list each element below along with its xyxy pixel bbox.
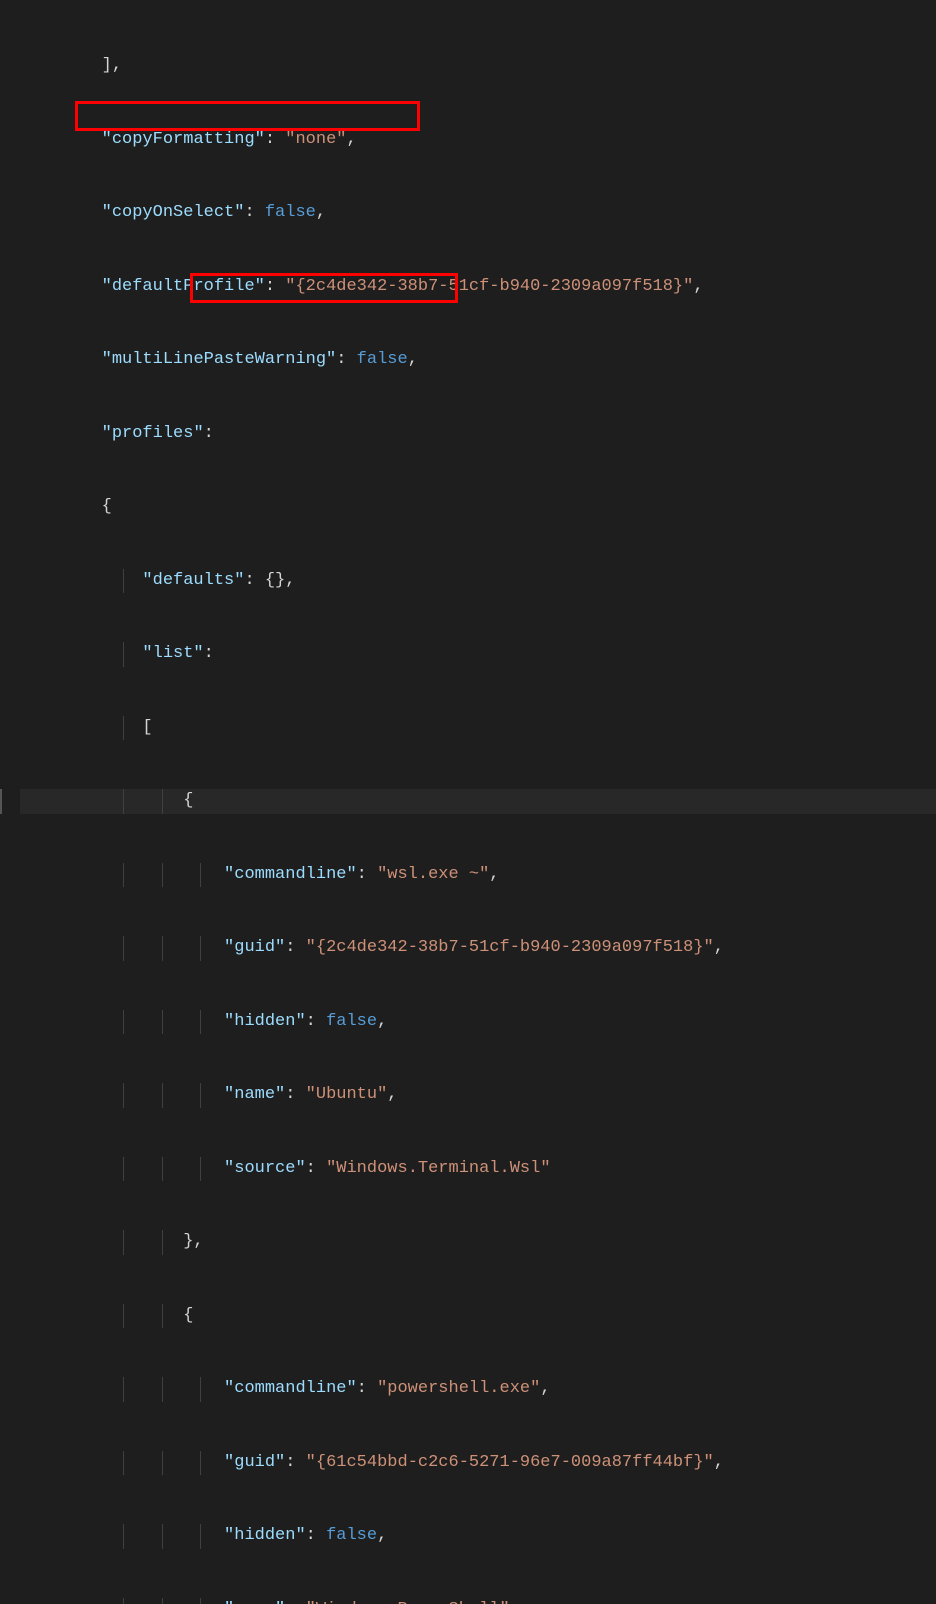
code-line-highlighted: "commandline": "wsl.exe ~", bbox=[20, 863, 936, 888]
code-line: "hidden": false, bbox=[20, 1010, 936, 1035]
json-string: "{2c4de342-38b7-51cf-b940-2309a097f518}" bbox=[306, 938, 714, 957]
code-line: "name": "Windows PowerShell" bbox=[20, 1598, 936, 1604]
json-empty-object: {} bbox=[265, 571, 285, 590]
code-line-current: { bbox=[20, 789, 936, 814]
json-bool: false bbox=[326, 1012, 377, 1031]
code-line: "copyFormatting": "none", bbox=[20, 128, 936, 153]
json-string: "Ubuntu" bbox=[306, 1085, 388, 1104]
json-key: "hidden" bbox=[224, 1012, 306, 1031]
code-line: "copyOnSelect": false, bbox=[20, 201, 936, 226]
code-line: "guid": "{61c54bbd-c2c6-5271-96e7-009a87… bbox=[20, 1451, 936, 1476]
json-bool: false bbox=[265, 203, 316, 222]
code-line: "profiles": bbox=[20, 422, 936, 447]
code-line: "hidden": false, bbox=[20, 1524, 936, 1549]
json-string: "{61c54bbd-c2c6-5271-96e7-009a87ff44bf}" bbox=[306, 1453, 714, 1472]
json-key: "commandline" bbox=[224, 865, 357, 884]
json-key: "defaults" bbox=[142, 571, 244, 590]
json-key: "hidden" bbox=[224, 1526, 306, 1545]
json-key: "guid" bbox=[224, 938, 285, 957]
json-string: "none" bbox=[285, 130, 346, 149]
json-key: "copyOnSelect" bbox=[102, 203, 245, 222]
json-key: "guid" bbox=[224, 1453, 285, 1472]
code-line: "defaultProfile": "{2c4de342-38b7-51cf-b… bbox=[20, 275, 936, 300]
code-line: "commandline": "powershell.exe", bbox=[20, 1377, 936, 1402]
code-line: "list": bbox=[20, 642, 936, 667]
code-line: }, bbox=[20, 1230, 936, 1255]
code-line: "guid": "{2c4de342-38b7-51cf-b940-2309a0… bbox=[20, 936, 936, 961]
json-key: "list" bbox=[142, 644, 203, 663]
json-string: "powershell.exe" bbox=[377, 1379, 540, 1398]
json-key: "multiLinePasteWarning" bbox=[102, 350, 337, 369]
code-editor[interactable]: ], "copyFormatting": "none", "copyOnSele… bbox=[0, 0, 936, 1604]
code-line: ], bbox=[20, 54, 936, 79]
json-key: "copyFormatting" bbox=[102, 130, 265, 149]
json-bool: false bbox=[326, 1526, 377, 1545]
json-key: "defaultProfile" bbox=[102, 277, 265, 296]
json-string: "wsl.exe ~" bbox=[377, 865, 489, 884]
json-key: "commandline" bbox=[224, 1379, 357, 1398]
code-line: { bbox=[20, 495, 936, 520]
close-bracket: ], bbox=[102, 56, 122, 75]
code-line: "defaults": {}, bbox=[20, 569, 936, 594]
code-line: [ bbox=[20, 716, 936, 741]
code-line: "name": "Ubuntu", bbox=[20, 1083, 936, 1108]
json-key: "profiles" bbox=[102, 424, 204, 443]
json-string: "Windows.Terminal.Wsl" bbox=[326, 1159, 550, 1178]
annotation-box-multiline bbox=[75, 101, 420, 131]
json-string: "{2c4de342-38b7-51cf-b940-2309a097f518}" bbox=[285, 277, 693, 296]
code-line: "source": "Windows.Terminal.Wsl" bbox=[20, 1157, 936, 1182]
json-bool: false bbox=[357, 350, 408, 369]
json-string: "Windows PowerShell" bbox=[306, 1600, 510, 1604]
json-key: "name" bbox=[224, 1600, 285, 1604]
code-line-highlighted: "multiLinePasteWarning": false, bbox=[20, 348, 936, 373]
json-key: "name" bbox=[224, 1085, 285, 1104]
code-line: { bbox=[20, 1304, 936, 1329]
json-key: "source" bbox=[224, 1159, 306, 1178]
